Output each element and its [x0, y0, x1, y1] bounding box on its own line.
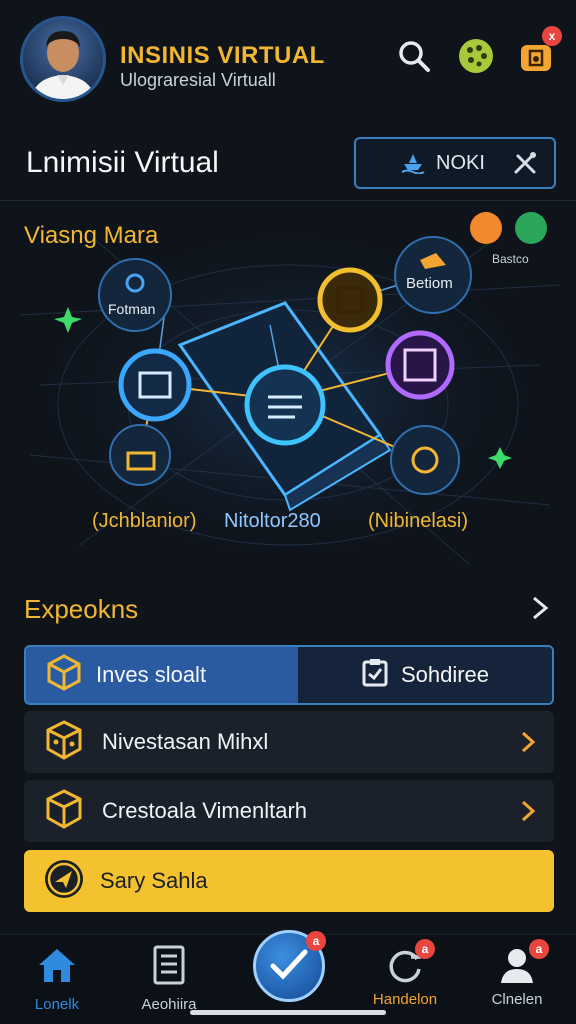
- explore-chevron-icon[interactable]: [528, 594, 552, 622]
- mode-label: NOKI: [436, 151, 485, 174]
- tools-icon[interactable]: [512, 150, 538, 176]
- node-label-betiom: Betiom: [406, 275, 453, 292]
- nav-archive-label: Aeohiira: [141, 996, 197, 1013]
- list-item-investment-label: Nivestasan Mihxl: [102, 729, 269, 754]
- nav-home-label: Lonelk: [34, 996, 80, 1013]
- graph-title: Viasng Mara: [24, 222, 159, 249]
- graph-label-center: Nitoltor280: [224, 510, 321, 532]
- explore-tabs: Inves sloalt Sohdiree: [24, 645, 554, 705]
- nav-handelon-label: Handelon: [372, 991, 438, 1008]
- ship-icon: [400, 152, 426, 174]
- dice-icon: [42, 718, 86, 767]
- palette-icon[interactable]: [456, 36, 496, 76]
- list-item-creation[interactable]: Crestoala Vimenltarh: [24, 780, 554, 842]
- cta-label: Sary Sahla: [100, 868, 208, 893]
- graph-label-left: (Jchblanior): [92, 510, 197, 532]
- nav-handelon-badge: a: [415, 939, 435, 959]
- nav-profile-badge: a: [529, 939, 549, 959]
- nav-item-archive[interactable]: Aeohiira: [114, 945, 224, 1013]
- box-icon: [42, 787, 86, 836]
- notification-icon[interactable]: x: [516, 26, 562, 76]
- cube-icon: [44, 652, 84, 698]
- graph-top-right-label: Bastco: [492, 252, 529, 266]
- tab-schedule-label: Sohdiree: [400, 662, 490, 687]
- tab-invest-label: Inves sloalt: [96, 662, 207, 687]
- avatar[interactable]: [20, 16, 106, 102]
- cta-button[interactable]: Sary Sahla: [24, 850, 554, 912]
- document-icon: [151, 945, 187, 990]
- compass-icon: [42, 857, 86, 906]
- graph-label-right: (Nibinelasi): [368, 510, 469, 532]
- chevron-right-icon: [510, 799, 546, 823]
- section-title: Lnimisii Virtual: [26, 146, 219, 179]
- notification-badge: x: [542, 26, 562, 46]
- nav-profile-label: Clnelen: [491, 991, 543, 1008]
- refresh-icon: a: [385, 939, 435, 985]
- explore-title: Expeokns: [24, 594, 139, 624]
- mode-toggle[interactable]: NOKI: [354, 137, 556, 189]
- app-title: INSINIS VIRTUAL: [120, 42, 325, 69]
- check-icon: [269, 946, 309, 987]
- divider: [0, 200, 576, 201]
- search-icon[interactable]: [394, 36, 434, 76]
- clipboard-icon: [361, 657, 389, 693]
- app-subtitle: Ulograresial Virtuall: [120, 70, 276, 90]
- fab-button[interactable]: a: [253, 930, 326, 1002]
- home-icon: [35, 945, 79, 990]
- nav-item-handelon[interactable]: a Handelon: [350, 939, 460, 1008]
- user-icon: a: [497, 939, 549, 985]
- avatar-portrait: [31, 31, 95, 99]
- node-label-fotman: Fotman: [108, 301, 156, 317]
- nav-item-profile[interactable]: a Clnelen: [462, 939, 572, 1008]
- home-indicator: [190, 1010, 386, 1015]
- chevron-right-icon: [510, 730, 546, 754]
- nav-item-home[interactable]: Lonelk: [2, 945, 112, 1013]
- fab-badge: a: [306, 931, 326, 951]
- tab-invest[interactable]: Inves sloalt: [26, 647, 298, 703]
- list-item-creation-label: Crestoala Vimenltarh: [102, 798, 308, 823]
- list-item-investment[interactable]: Nivestasan Mihxl: [24, 711, 554, 773]
- tab-schedule[interactable]: Sohdiree: [298, 647, 552, 703]
